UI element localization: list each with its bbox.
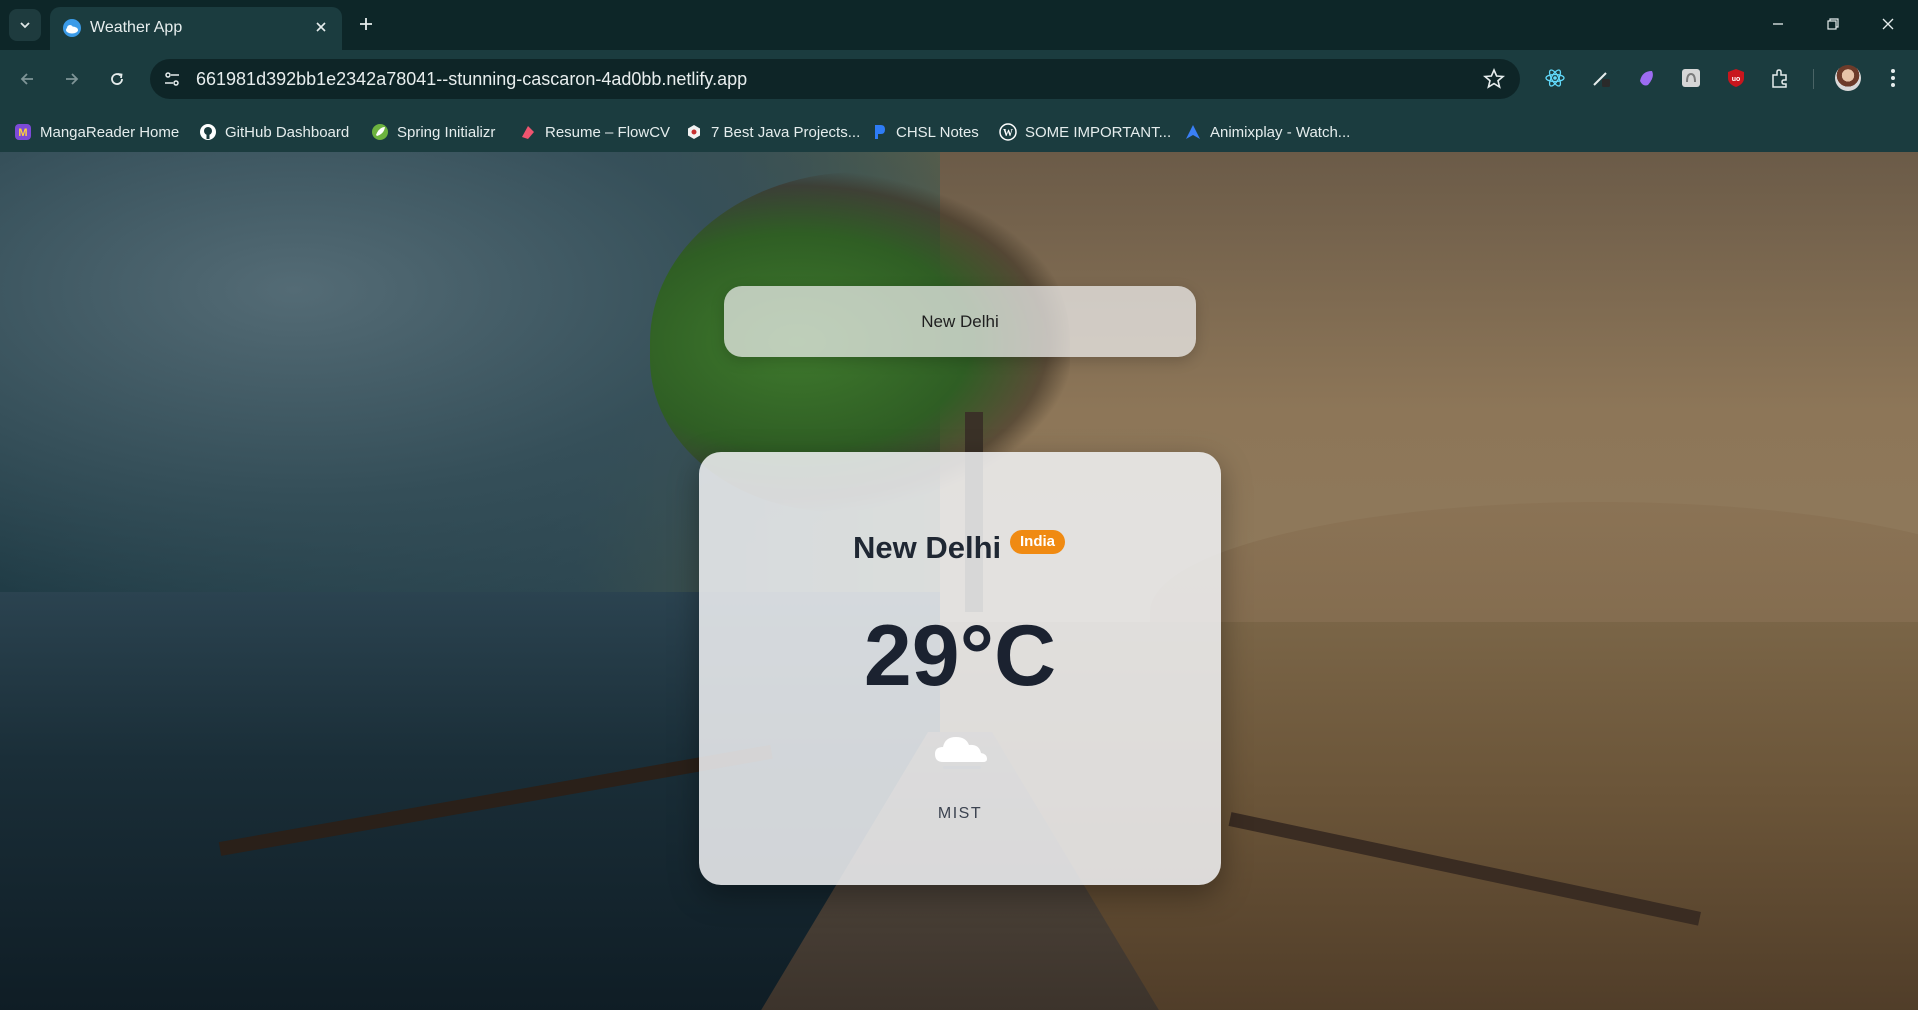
bookmark-label: Spring Initializr: [397, 123, 496, 141]
new-tab-button[interactable]: [352, 10, 380, 38]
profile-avatar[interactable]: [1835, 65, 1861, 91]
svg-text:uo: uo: [1732, 76, 1741, 83]
bookmark-resume-flowcv[interactable]: Resume – FlowCV: [518, 118, 670, 146]
browser-toolbar: 661981d392bb1e2342a78041--stunning-casca…: [0, 50, 1918, 158]
close-icon: [1882, 18, 1894, 30]
bookmark-github-dashboard[interactable]: GitHub Dashboard: [198, 118, 349, 146]
tab-strip: Weather App: [0, 0, 1918, 50]
ublock-origin-icon[interactable]: uo: [1723, 65, 1749, 91]
address-bar[interactable]: 661981d392bb1e2342a78041--stunning-casca…: [150, 59, 1520, 99]
mangareader-icon: M: [13, 122, 33, 142]
bookmark-java-projects[interactable]: 7 Best Java Projects...: [684, 118, 860, 146]
arrow-left-icon: [20, 73, 33, 85]
purple-extension-icon[interactable]: [1634, 65, 1660, 91]
back-button[interactable]: [10, 62, 44, 96]
restore-icon: [1827, 18, 1839, 30]
bookmarks-bar: M MangaReader Home GitHub Dashboard Spri…: [0, 114, 1918, 150]
svg-text:M: M: [18, 127, 27, 139]
arrow-right-icon: [66, 73, 79, 85]
weather-card: New Delhi India 29°C MIST: [699, 452, 1221, 885]
cloud-mist-icon: [935, 737, 987, 769]
bookmark-label: MangaReader Home: [40, 123, 180, 141]
minimize-icon: [1773, 23, 1783, 25]
hexagon-icon: [684, 122, 704, 142]
bookmark-label: SOME IMPORTANT...: [1025, 123, 1172, 141]
minimize-button[interactable]: [1760, 8, 1796, 40]
site-info-button[interactable]: [160, 67, 184, 91]
flowcv-icon: [518, 122, 538, 142]
city-name: New Delhi: [853, 530, 1002, 565]
puzzle-tile-icon[interactable]: [1678, 65, 1704, 91]
country-badge: India: [1010, 530, 1066, 554]
bookmark-animixplay[interactable]: Animixplay - Watch...: [1183, 118, 1350, 146]
plus-icon: [360, 18, 372, 30]
spring-icon: [370, 122, 390, 142]
bookmark-chsl-notes[interactable]: CHSL Notes: [869, 118, 979, 146]
forward-button[interactable]: [55, 62, 89, 96]
tune-icon: [165, 72, 179, 86]
toolbar-separator: [1813, 69, 1814, 89]
bookmark-label: GitHub Dashboard: [225, 123, 350, 141]
extensions-icon[interactable]: [1767, 65, 1793, 91]
p-icon: [869, 122, 889, 142]
wordpress-icon: W: [998, 122, 1018, 142]
react-devtools-icon[interactable]: [1542, 65, 1568, 91]
pen-extension-icon[interactable]: [1588, 65, 1614, 91]
close-window-button[interactable]: [1870, 8, 1906, 40]
reload-button[interactable]: [100, 62, 134, 96]
browser-menu-button[interactable]: [1880, 65, 1906, 91]
animixplay-icon: [1183, 122, 1203, 142]
bookmark-label: Resume – FlowCV: [545, 123, 671, 141]
bookmark-mangareader[interactable]: M MangaReader Home: [13, 118, 179, 146]
city-search-box: [724, 286, 1196, 357]
url-text[interactable]: 661981d392bb1e2342a78041--stunning-casca…: [196, 69, 747, 90]
tab-close-button[interactable]: [310, 16, 332, 38]
tab-title: Weather App: [90, 19, 183, 36]
github-icon: [198, 122, 218, 142]
restore-button[interactable]: [1815, 8, 1851, 40]
bookmark-some-important[interactable]: W SOME IMPORTANT...: [998, 118, 1171, 146]
page-viewport: New Delhi India 29°C MIST: [0, 152, 1918, 1010]
reload-icon: [111, 73, 123, 85]
location-row: New Delhi India: [699, 522, 1221, 565]
svg-text:W: W: [1003, 128, 1013, 139]
chevron-down-icon: [20, 22, 30, 29]
temperature: 29°C: [863, 608, 1057, 704]
tab-weather-app[interactable]: Weather App: [50, 7, 342, 50]
bookmark-star-icon[interactable]: [1482, 67, 1506, 91]
bookmark-label: 7 Best Java Projects...: [711, 123, 861, 141]
bookmark-label: CHSL Notes: [896, 123, 979, 141]
tab-search-button[interactable]: [9, 9, 41, 41]
close-icon: [316, 22, 326, 32]
weather-condition: MIST: [937, 805, 983, 822]
more-vertical-icon: [1891, 69, 1895, 87]
bookmark-spring-initializr[interactable]: Spring Initializr: [370, 118, 495, 146]
city-search-input[interactable]: [724, 286, 1196, 357]
weather-favicon-icon: [63, 19, 81, 37]
bookmark-label: Animixplay - Watch...: [1210, 123, 1351, 141]
